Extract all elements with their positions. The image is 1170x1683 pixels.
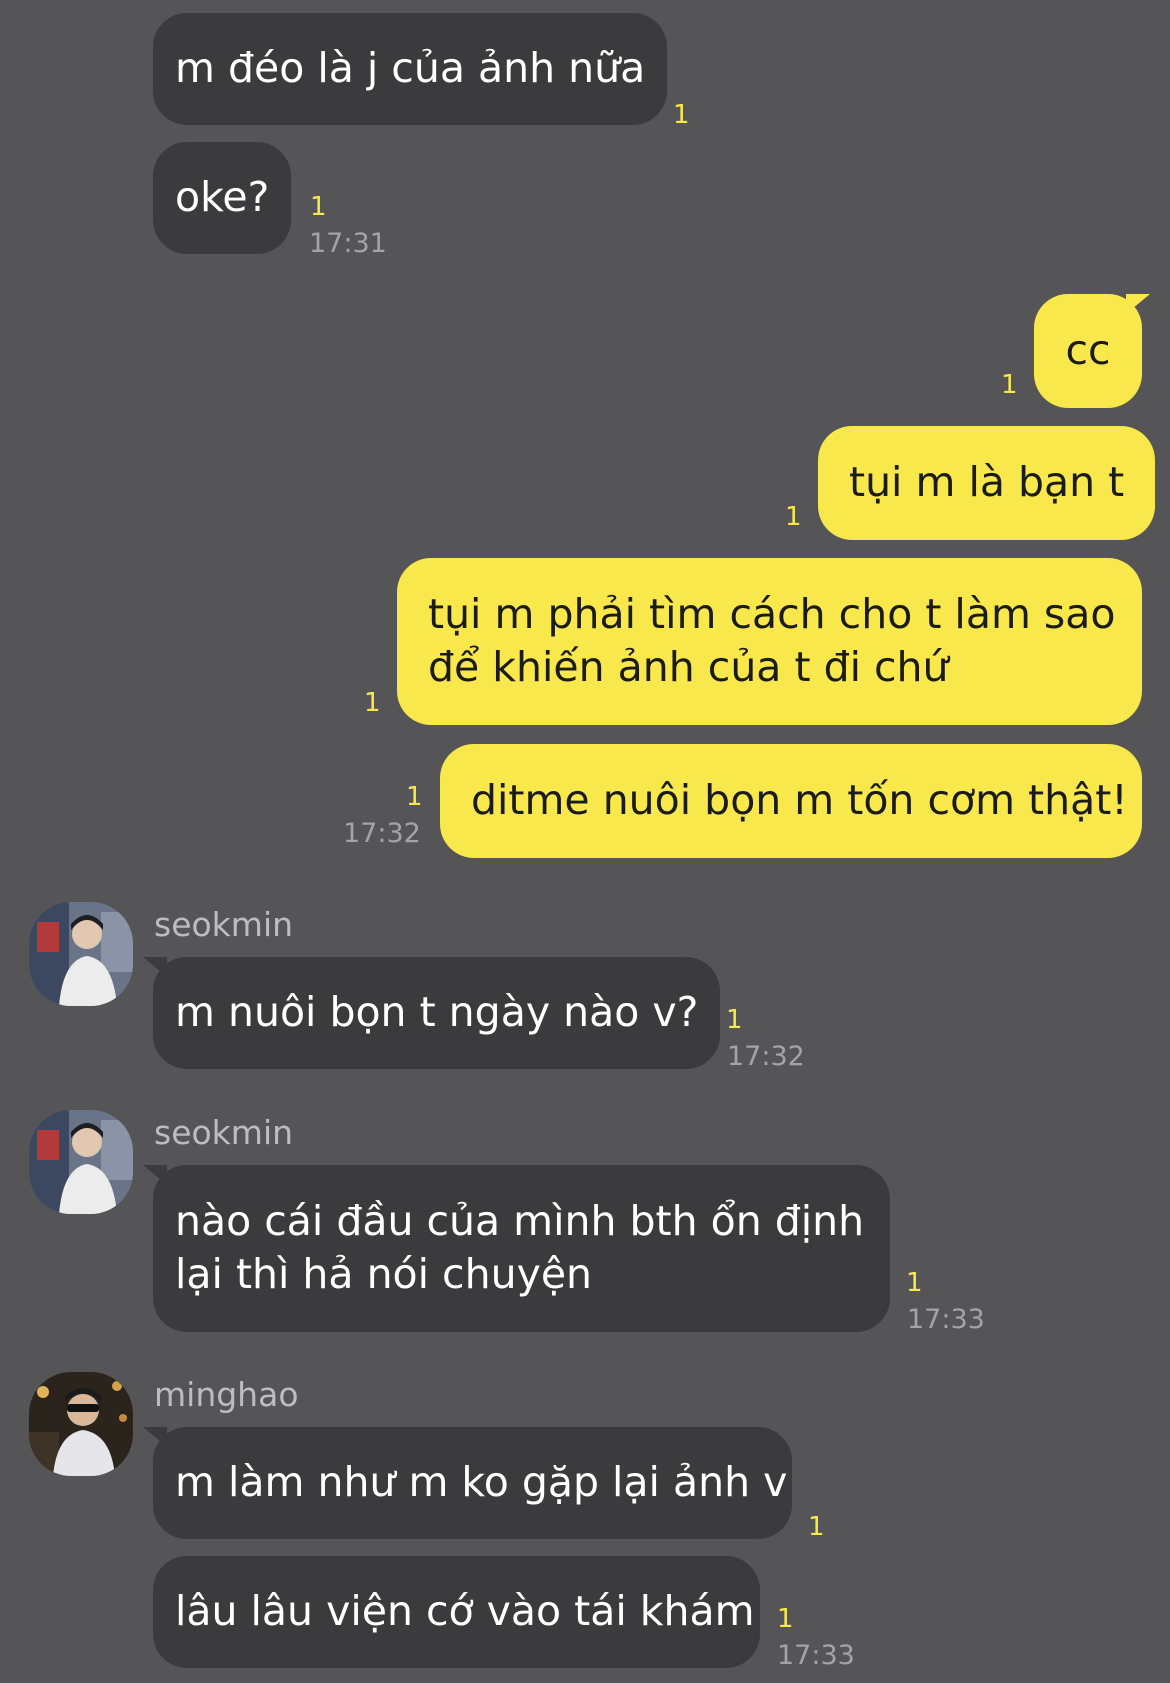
read-count: 1: [1001, 370, 1018, 400]
read-count: 1: [785, 502, 802, 532]
sender-name: seokmin: [154, 1113, 294, 1152]
message-bubble[interactable]: m đéo là j của ảnh nữa: [153, 13, 668, 125]
avatar-photo: [29, 902, 133, 1006]
message-bubble[interactable]: ditme nuôi bọn m tốn cơm thật!: [440, 744, 1142, 858]
message-text: oke?: [175, 173, 270, 221]
message-bubble[interactable]: tụi m là bạn t: [818, 426, 1156, 540]
message-bubble[interactable]: m nuôi bọn t ngày nào v?: [153, 957, 721, 1069]
message-bubble[interactable]: cc: [1034, 294, 1142, 408]
read-count: 1: [906, 1268, 923, 1298]
message-text: m nuôi bọn t ngày nào v?: [175, 988, 699, 1036]
message-bubble[interactable]: oke?: [153, 142, 292, 254]
sender-name: seokmin: [154, 905, 294, 944]
read-count: 1: [406, 782, 423, 812]
message-time: 17:33: [777, 1640, 855, 1671]
message-text: ditme nuôi bọn m tốn cơm thật!: [471, 776, 1128, 824]
message-text: cc: [1065, 326, 1111, 374]
read-count: 1: [673, 100, 690, 130]
message-text-line: tụi m phải tìm cách cho t làm sao: [428, 590, 1116, 638]
message-text: lâu lâu viện cớ vào tái khám: [175, 1587, 755, 1635]
message-time: 17:32: [343, 818, 421, 849]
read-count: 1: [777, 1604, 794, 1634]
avatar[interactable]: [29, 902, 133, 1006]
read-count: 1: [364, 688, 381, 718]
read-count: 1: [310, 192, 327, 222]
message-time: 17:31: [309, 228, 387, 259]
message-bubble[interactable]: nào cái đầu của mình bth ổn định lại thì…: [153, 1165, 890, 1332]
message-text: m đéo là j của ảnh nữa: [175, 44, 646, 92]
read-count: 1: [808, 1512, 825, 1542]
message-time: 17:32: [727, 1041, 805, 1072]
message-text-line: lại thì hả nói chuyện: [175, 1250, 593, 1298]
message-bubble[interactable]: m làm như m ko gặp lại ảnh v: [153, 1427, 792, 1539]
read-count: 1: [726, 1005, 743, 1035]
message-time: 17:33: [907, 1304, 985, 1335]
sender-name: minghao: [154, 1375, 299, 1414]
message-bubble[interactable]: tụi m phải tìm cách cho t làm sao để khi…: [397, 558, 1142, 725]
message-text-line: nào cái đầu của mình bth ổn định: [175, 1197, 865, 1245]
message-bubble[interactable]: lâu lâu viện cớ vào tái khám: [153, 1556, 760, 1668]
message-text: m làm như m ko gặp lại ảnh v: [175, 1458, 788, 1506]
avatar[interactable]: [29, 1110, 133, 1214]
avatar-photo: [29, 1110, 133, 1214]
message-text-line: để khiến ảnh của t đi chứ: [428, 643, 949, 691]
message-text: tụi m là bạn t: [849, 458, 1125, 506]
avatar[interactable]: [29, 1372, 133, 1476]
avatar-photo: [29, 1372, 133, 1476]
